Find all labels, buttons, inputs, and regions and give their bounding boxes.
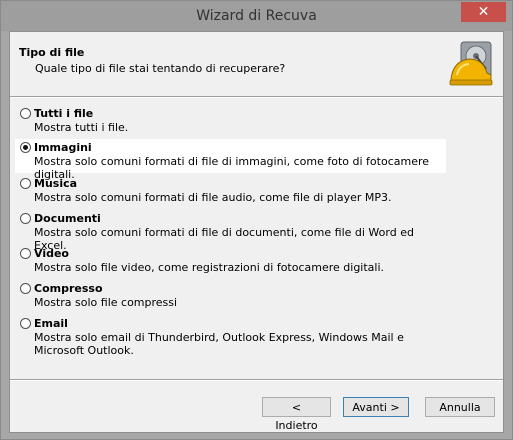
footer-separator	[10, 379, 503, 381]
radio-email[interactable]	[20, 318, 31, 329]
option-description: Mostra tutti i file.	[34, 121, 129, 134]
close-icon: ✕	[477, 4, 490, 20]
option-label: Video	[34, 247, 69, 260]
option-description: Mostra solo comuni formati di file audio…	[34, 191, 392, 204]
option-description: Mostra solo comuni formati di file di do…	[34, 226, 414, 252]
header-separator	[10, 96, 503, 98]
recuva-wizard-window: Wizard di Recuva ✕ Tipo di file Quale ti…	[0, 0, 513, 440]
radio-video[interactable]	[20, 248, 31, 259]
option-label: Immagini	[34, 141, 92, 154]
option-label: Email	[34, 317, 68, 330]
option-label: Musica	[34, 177, 78, 190]
option-description: Mostra solo comuni formati di file di im…	[34, 155, 430, 181]
wizard-header: Tipo di file Quale tipo di file stai ten…	[10, 32, 503, 96]
radio-compresso[interactable]	[20, 283, 31, 294]
option-label: Tutti i file	[34, 107, 94, 120]
option-label: Documenti	[34, 212, 101, 225]
hard-drive-helmet-icon	[449, 41, 493, 86]
close-button[interactable]: ✕	[461, 2, 506, 22]
cancel-button[interactable]: Annulla	[425, 397, 495, 417]
option-description: Mostra solo email di Thunderbird, Outloo…	[34, 331, 404, 357]
radio-immagini[interactable]	[20, 142, 31, 153]
radio-documenti[interactable]	[20, 213, 31, 224]
option-label: Compresso	[34, 282, 103, 295]
option-description: Mostra solo file video, come registrazio…	[34, 261, 385, 274]
option-description: Mostra solo file compressi	[34, 296, 178, 309]
page-subtitle: Quale tipo di file stai tentando di recu…	[35, 62, 286, 75]
radio-tutti-i-file[interactable]	[20, 108, 31, 119]
window-title: Wizard di Recuva	[196, 8, 317, 24]
next-button[interactable]: Avanti >	[343, 397, 409, 417]
option-immagini[interactable]: Immagini Mostra solo comuni formati di f…	[15, 139, 446, 181]
wizard-client-area: Tipo di file Quale tipo di file stai ten…	[9, 31, 504, 433]
title-bar[interactable]: Wizard di Recuva ✕	[1, 1, 512, 31]
radio-musica[interactable]	[20, 178, 31, 189]
back-button[interactable]: < Indietro	[262, 397, 331, 432]
page-title: Tipo di file	[19, 46, 85, 59]
